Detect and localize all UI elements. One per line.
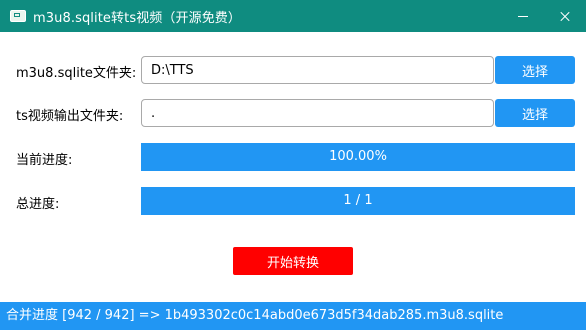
current-progress-text: 100.00%	[329, 149, 387, 164]
output-folder-input[interactable]	[141, 99, 494, 127]
sqlite-folder-label: m3u8.sqlite文件夹:	[16, 66, 137, 81]
app-icon	[10, 10, 26, 22]
title-bar[interactable]: m3u8.sqlite转ts视频（开源免费）	[0, 0, 586, 32]
status-bar: 合并进度 [942 / 942] => 1b493302c0c14abd0e67…	[0, 302, 586, 330]
select-sqlite-folder-button[interactable]: 选择	[495, 56, 575, 84]
total-progress-text: 1 / 1	[343, 193, 373, 208]
window-controls	[502, 0, 586, 32]
output-folder-label: ts视频输出文件夹:	[16, 109, 124, 124]
current-progress-label: 当前进度:	[16, 153, 73, 168]
sqlite-folder-input[interactable]	[141, 56, 494, 84]
select-output-folder-button[interactable]: 选择	[495, 99, 575, 127]
total-progress-label: 总进度:	[16, 197, 60, 212]
total-progress-bar: 1 / 1	[141, 187, 575, 215]
main-window: m3u8.sqlite转ts视频（开源免费） m3u8.sqlite文件夹: 选…	[0, 0, 586, 330]
window-title: m3u8.sqlite转ts视频（开源免费）	[33, 10, 241, 26]
current-progress-bar: 100.00%	[141, 143, 575, 171]
start-convert-button[interactable]: 开始转换	[233, 247, 353, 275]
close-icon[interactable]	[544, 0, 586, 32]
minimize-icon[interactable]	[502, 0, 544, 32]
